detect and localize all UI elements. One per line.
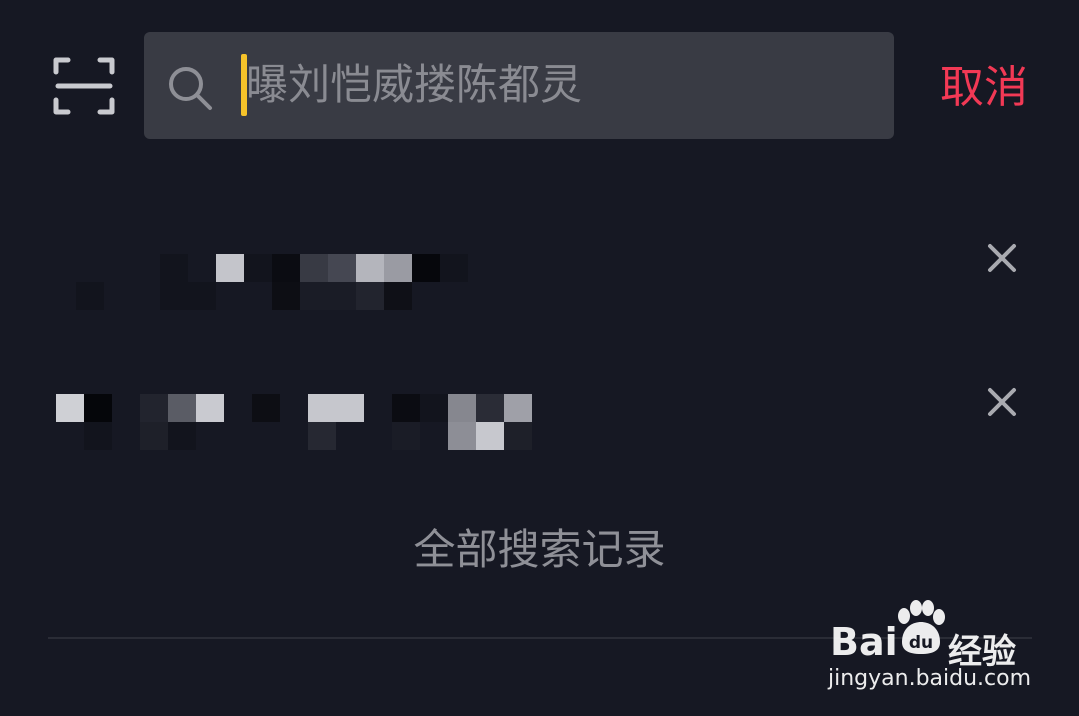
close-icon[interactable] <box>978 234 1026 282</box>
watermark-url: jingyan.baidu.com <box>828 666 1032 691</box>
search-icon <box>169 67 212 110</box>
history-item[interactable]: ( <box>0 224 1079 310</box>
watermark-du: du <box>909 633 933 653</box>
history-item-text: ( <box>48 250 49 251</box>
blurred-text <box>48 254 468 310</box>
cancel-button[interactable]: 取消 <box>940 58 1028 118</box>
close-icon[interactable] <box>978 378 1026 426</box>
search-input[interactable] <box>246 54 866 116</box>
watermark-logo-text: Bai <box>830 620 898 664</box>
watermark: du Bai 经验 jingyan.baidu.com <box>820 598 1040 698</box>
history-item[interactable] <box>0 368 1079 450</box>
scan-frame-icon <box>53 57 115 115</box>
paw-icon: du <box>898 600 945 654</box>
blurred-text <box>56 394 532 450</box>
scan-button[interactable] <box>52 54 116 118</box>
show-all-history-button[interactable]: 全部搜索记录 <box>0 520 1079 580</box>
search-box[interactable] <box>144 32 894 139</box>
history-item-text <box>48 394 49 395</box>
